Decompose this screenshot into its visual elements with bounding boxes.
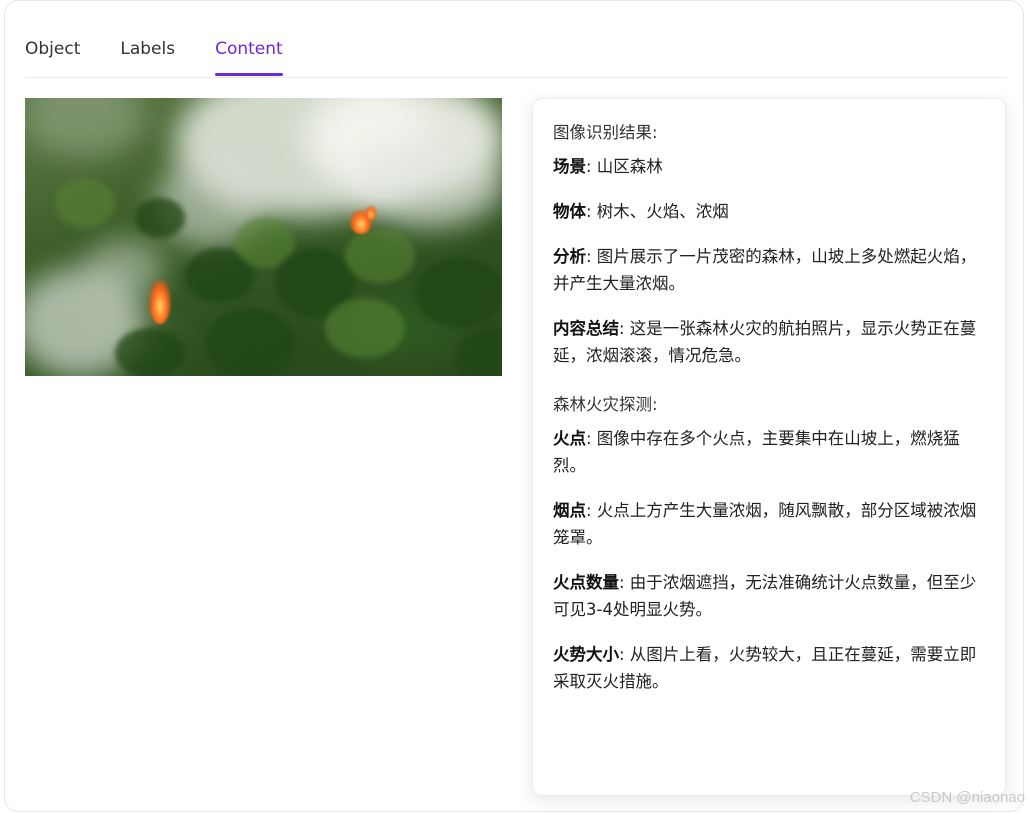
recognition-title: 图像识别结果: — [553, 123, 658, 142]
detection-item-smoke-points: 烟点: 火点上方产生大量浓烟，随风飘散，部分区域被浓烟笼罩。 — [553, 497, 985, 551]
item-key: 火点数量 — [553, 573, 619, 592]
tree-canopy — [135, 198, 185, 238]
content-card: Object Labels Content 图像识别结果: 场景: 山区森林 物… — [4, 0, 1024, 812]
recognition-result-panel: 图像识别结果: 场景: 山区森林 物体: 树木、火焰、浓烟 分析: 图片展示了一… — [532, 98, 1006, 796]
detection-item-fire-size: 火势大小: 从图片上看，火势较大，且正在蔓延，需要立即采取灭火措施。 — [553, 641, 985, 695]
smoke-plume — [25, 98, 145, 158]
forest-fire-photo — [25, 98, 502, 376]
tree-canopy — [205, 308, 295, 376]
item-key: 烟点 — [553, 501, 586, 520]
item-key: 火势大小 — [553, 645, 619, 664]
tree-canopy — [455, 328, 502, 376]
detection-item-fire-points: 火点: 图像中存在多个火点，主要集中在山坡上，燃烧猛烈。 — [553, 425, 985, 479]
fire-spot — [365, 206, 377, 220]
watermark: CSDN @niaonao — [909, 789, 1025, 806]
detection-title: 森林火灾探测: — [553, 395, 658, 414]
item-key: 火点 — [553, 429, 586, 448]
tab-object[interactable]: Object — [25, 29, 80, 75]
item-key: 物体 — [553, 202, 586, 221]
tab-content[interactable]: Content — [215, 29, 283, 76]
item-key: 场景 — [553, 157, 586, 176]
item-value: : 图片展示了一片茂密的森林，山坡上多处燃起火焰，并产生大量浓烟。 — [553, 247, 977, 293]
tree-canopy — [115, 328, 185, 376]
item-value: : 树木、火焰、浓烟 — [586, 202, 729, 221]
tree-canopy — [415, 258, 502, 328]
detection-item-fire-count: 火点数量: 由于浓烟遮挡，无法准确统计火点数量，但至少可见3-4处明显火势。 — [553, 569, 985, 623]
item-value: : 火点上方产生大量浓烟，随风飘散，部分区域被浓烟笼罩。 — [553, 501, 977, 547]
item-key: 分析 — [553, 247, 586, 266]
tab-bar: Object Labels Content — [25, 29, 1007, 78]
item-key: 内容总结 — [553, 319, 619, 338]
tree-canopy — [55, 178, 115, 228]
tree-canopy — [325, 298, 405, 358]
item-value: : 山区森林 — [586, 157, 663, 176]
fire-spot — [149, 280, 171, 324]
result-item-analysis: 分析: 图片展示了一片茂密的森林，山坡上多处燃起火焰，并产生大量浓烟。 — [553, 243, 985, 297]
tree-canopy — [345, 228, 415, 283]
smoke-plume — [355, 138, 502, 228]
result-item-summary: 内容总结: 这是一张森林火灾的航拍照片，显示火势正在蔓延，浓烟滚滚，情况危急。 — [553, 315, 985, 369]
tab-labels[interactable]: Labels — [120, 29, 175, 75]
item-value: : 图像中存在多个火点，主要集中在山坡上，燃烧猛烈。 — [553, 429, 960, 475]
result-item-objects: 物体: 树木、火焰、浓烟 — [553, 198, 985, 225]
result-item-scene: 场景: 山区森林 — [553, 153, 985, 180]
